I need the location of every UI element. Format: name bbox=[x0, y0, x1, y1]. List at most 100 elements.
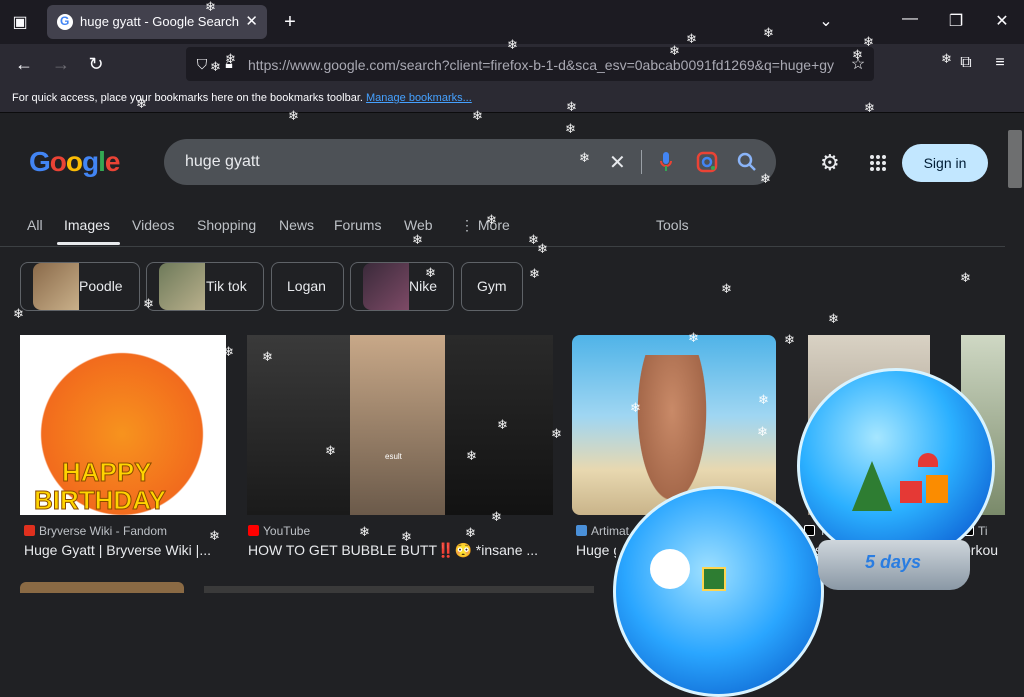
artimat-favicon-icon bbox=[576, 525, 587, 536]
chip-label: Nike bbox=[409, 278, 438, 294]
result-title[interactable]: Huge g bbox=[576, 542, 616, 558]
christmas-tree-icon bbox=[852, 461, 892, 511]
tab-images[interactable]: Images bbox=[64, 217, 110, 233]
new-tab-icon[interactable]: + bbox=[280, 11, 300, 34]
extensions-icon[interactable]: ⧉ bbox=[956, 54, 976, 72]
result-image[interactable] bbox=[20, 582, 184, 593]
url-path: /search?client=firefox-b-1-d&sca_esv=0ab… bbox=[395, 57, 835, 73]
chip-tik-tok[interactable]: Tik tok bbox=[146, 262, 264, 311]
chip-thumbnail bbox=[33, 263, 79, 310]
snowflake-icon: ❄ bbox=[412, 232, 423, 247]
youtube-favicon-icon bbox=[248, 525, 259, 536]
snowflake-icon: ❄ bbox=[828, 311, 839, 326]
scrollbar-thumb[interactable] bbox=[1008, 130, 1022, 188]
search-icon[interactable] bbox=[736, 151, 758, 173]
tab-all[interactable]: All bbox=[27, 217, 43, 233]
snowflake-icon: ❄ bbox=[401, 529, 412, 544]
snowflake-icon: ❄ bbox=[757, 424, 768, 439]
source-name: Artimat bbox=[591, 524, 630, 538]
result-source[interactable]: Artimat bbox=[576, 524, 629, 538]
tabs-divider bbox=[0, 246, 1010, 247]
santa-hat-icon bbox=[918, 453, 938, 467]
clear-search-icon[interactable]: ✕ bbox=[609, 150, 626, 175]
snowflake-icon: ❄ bbox=[760, 171, 771, 186]
result-source[interactable]: Bryverse Wiki - Fandom bbox=[24, 524, 167, 538]
chip-gym[interactable]: Gym bbox=[461, 262, 523, 311]
snowflake-icon: ❄ bbox=[686, 31, 697, 46]
tab-manager-icon[interactable]: ▣ bbox=[10, 12, 30, 32]
tools-button[interactable]: Tools bbox=[656, 217, 689, 233]
chip-logan[interactable]: Logan bbox=[271, 262, 344, 311]
chip-label: Gym bbox=[477, 278, 507, 294]
menu-icon[interactable]: ≡ bbox=[990, 54, 1010, 72]
result-image[interactable] bbox=[572, 335, 776, 515]
gift-icon bbox=[900, 481, 922, 503]
fandom-favicon-icon bbox=[24, 525, 35, 536]
snowflake-icon: ❄ bbox=[225, 51, 236, 66]
google-logo[interactable]: Google bbox=[29, 146, 120, 178]
restore-icon[interactable]: ❐ bbox=[946, 11, 966, 31]
bookmarks-hint: For quick access, place your bookmarks h… bbox=[12, 92, 363, 104]
minimize-icon[interactable]: — bbox=[900, 10, 920, 28]
snowflake-icon: ❄ bbox=[630, 400, 641, 415]
gift-icon bbox=[926, 475, 948, 503]
result-source[interactable]: YouTube bbox=[248, 524, 310, 538]
snowflake-icon: ❄ bbox=[491, 509, 502, 524]
url-prefix: https://www.google.com bbox=[248, 57, 396, 73]
tab-news[interactable]: News bbox=[279, 217, 314, 233]
voice-search-mic-icon[interactable] bbox=[660, 151, 672, 173]
source-name: Ti bbox=[978, 524, 988, 538]
settings-gear-icon[interactable]: ⚙ bbox=[820, 150, 840, 176]
chip-label: Poodle bbox=[79, 278, 123, 294]
reload-icon[interactable]: ↻ bbox=[86, 54, 106, 75]
snowflake-icon: ❄ bbox=[565, 121, 576, 136]
chip-nike[interactable]: Nike bbox=[350, 262, 454, 311]
tab-web[interactable]: Web bbox=[404, 217, 433, 233]
list-tabs-chevron-down-icon[interactable]: ⌄ bbox=[816, 11, 836, 31]
close-tab-icon[interactable]: ✕ bbox=[245, 12, 258, 30]
sign-in-button[interactable]: Sign in bbox=[902, 144, 988, 182]
close-window-icon[interactable]: ✕ bbox=[992, 11, 1012, 31]
image-text-birthday: BIRTHDAY bbox=[34, 485, 167, 516]
snowflake-icon: ❄ bbox=[941, 51, 952, 66]
more-vertical-dots-icon: ⋮ bbox=[460, 217, 478, 233]
snowflake-icon: ❄ bbox=[20, 395, 31, 410]
chip-thumbnail bbox=[363, 263, 409, 310]
result-image[interactable] bbox=[204, 586, 594, 593]
tab-more[interactable]: ⋮ More bbox=[460, 217, 510, 234]
chip-thumbnail bbox=[159, 263, 205, 310]
tab-shopping[interactable]: Shopping bbox=[197, 217, 256, 233]
gift-icon bbox=[702, 567, 726, 591]
back-icon[interactable]: ← bbox=[14, 54, 34, 75]
snowflake-icon: ❄ bbox=[472, 108, 483, 123]
snowflake-icon: ❄ bbox=[863, 34, 874, 49]
snowflake-icon: ❄ bbox=[465, 525, 476, 540]
chip-poodle[interactable]: Poodle bbox=[20, 262, 140, 311]
snowflake-icon: ❄ bbox=[325, 443, 336, 458]
snowflake-icon: ❄ bbox=[288, 108, 299, 123]
snowflake-icon: ❄ bbox=[486, 212, 497, 227]
chip-label: Logan bbox=[287, 278, 326, 294]
snowflake-icon: ❄ bbox=[497, 417, 508, 432]
snowflake-icon: ❄ bbox=[864, 100, 875, 115]
shield-icon[interactable]: ⛉ bbox=[193, 56, 211, 73]
snowflake-icon: ❄ bbox=[852, 47, 863, 62]
result-title[interactable]: HOW TO GET BUBBLE BUTT‼️😳 *insane ... bbox=[248, 542, 548, 559]
snowflake-icon: ❄ bbox=[551, 426, 562, 441]
tab-forums[interactable]: Forums bbox=[334, 217, 381, 233]
snowflake-icon: ❄ bbox=[579, 150, 590, 165]
snowflake-icon: ❄ bbox=[688, 330, 699, 345]
search-input[interactable]: huge gyatt bbox=[185, 153, 260, 171]
snow-globe-snowman-decoration bbox=[613, 486, 824, 697]
url-text[interactable]: https://www.google.com/search?client=fir… bbox=[248, 57, 838, 73]
google-lens-camera-icon[interactable] bbox=[696, 151, 718, 173]
result-title[interactable]: Huge Gyatt | Bryverse Wiki |... bbox=[24, 542, 224, 558]
forward-icon[interactable]: → bbox=[51, 54, 71, 75]
manage-bookmarks-link[interactable]: Manage bookmarks... bbox=[366, 92, 472, 104]
result-image[interactable]: HAPPY BIRTHDAY bbox=[20, 335, 226, 516]
tab-videos[interactable]: Videos bbox=[132, 217, 175, 233]
browser-tab[interactable]: G huge gyatt - Google Search ✕ bbox=[47, 5, 267, 39]
snowflake-icon: ❄ bbox=[223, 344, 234, 359]
google-apps-grid-icon[interactable] bbox=[869, 154, 887, 172]
snowflake-icon: ❄ bbox=[763, 25, 774, 40]
